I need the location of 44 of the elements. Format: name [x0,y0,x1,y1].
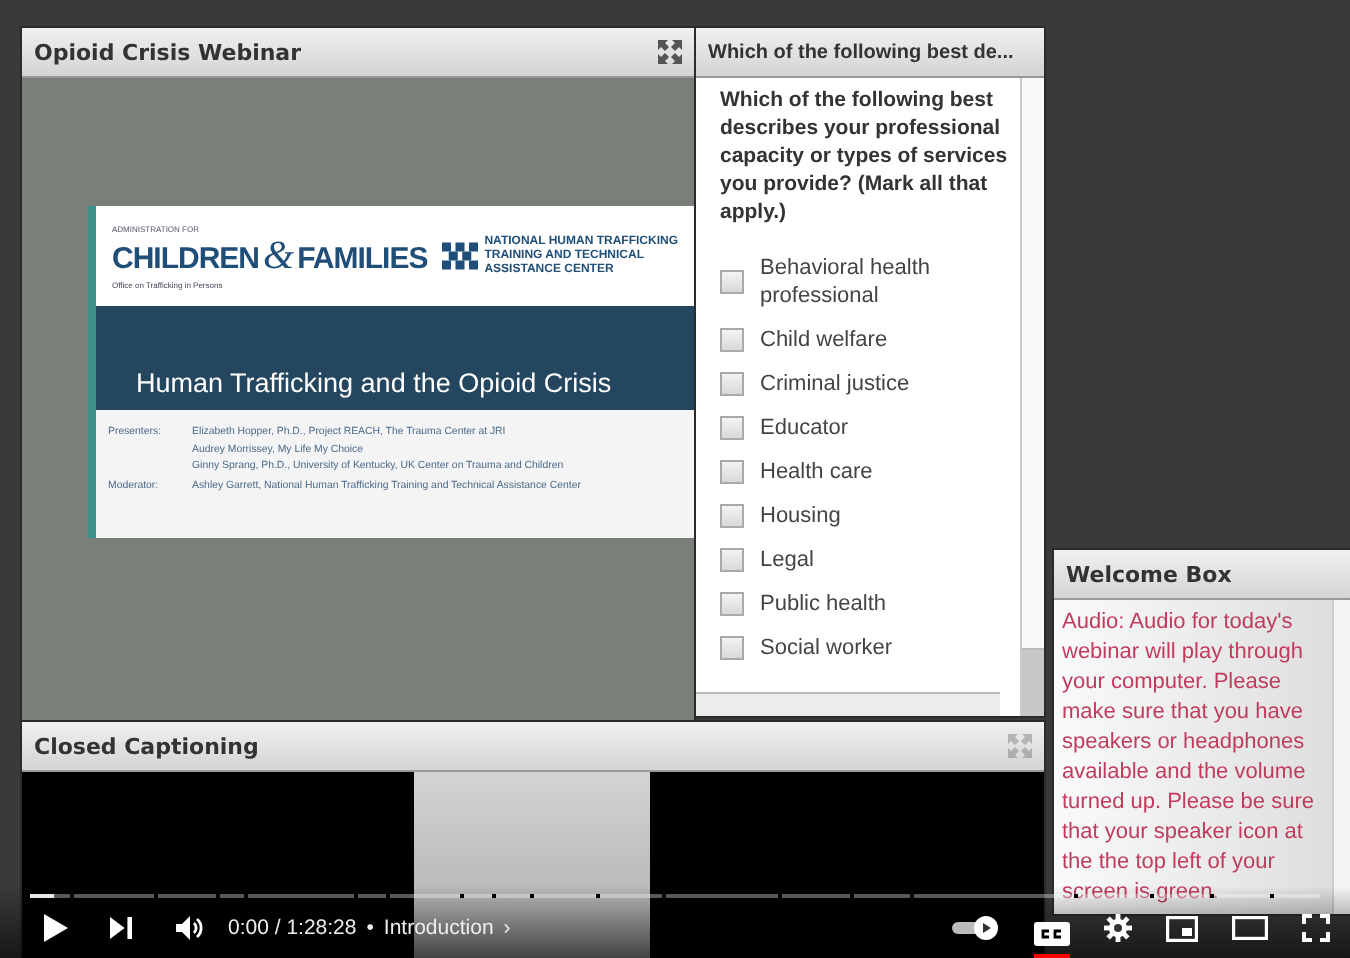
expand-icon[interactable] [658,40,682,64]
checkbox[interactable] [720,592,744,616]
pod-title: Which of the following best de... [708,41,1014,63]
option-label: Child welfare [760,326,888,354]
option-label: Educator [760,414,849,442]
org-name: FAMILIES [297,241,428,275]
checkbox[interactable] [720,636,744,660]
option-label: Housing [760,502,841,530]
theater-mode-icon[interactable] [1232,916,1268,940]
option-label: Social worker [760,634,893,662]
fullscreen-icon[interactable] [1302,914,1330,942]
checkbox[interactable] [720,328,744,352]
volume-icon[interactable] [176,916,204,940]
separator-dot: • [366,916,374,940]
horizontal-scrollbar[interactable] [696,692,1000,716]
scrollbar[interactable] [1332,600,1350,914]
checkbox[interactable] [720,548,744,572]
time-display: 0:00 / 1:28:28 [228,916,357,940]
scrollbar[interactable] [1020,78,1044,716]
checkbox[interactable] [720,270,744,294]
logo-icon [442,242,479,270]
settings-icon[interactable] [1104,914,1132,942]
play-icon[interactable] [44,914,68,942]
pod-title: Welcome Box [1066,561,1232,587]
poll-question: Which of the following best describes your professional capacity or types of services you provide? (Mark all that apply.) [720,86,1010,226]
ampersand: & [263,233,294,279]
checkbox[interactable] [720,416,744,440]
pod-title: Closed Captioning [34,733,259,759]
checkbox[interactable] [720,504,744,528]
pod-title: Opioid Crisis Webinar [34,39,302,65]
autoplay-toggle[interactable] [952,916,1000,940]
org-name: CHILDREN [112,241,259,275]
checkbox[interactable] [720,460,744,484]
skip-next-icon[interactable] [110,916,132,940]
slide-title: Human Trafficking and the Opioid Crisis [136,368,612,398]
chevron-icon[interactable]: › [503,916,511,940]
checkbox[interactable] [720,372,744,396]
option-label: Health care [760,458,873,486]
option-label: Legal [760,546,814,574]
welcome-message: Audio: Audio for today's webinar will play through your computer. Please make sure that you have speakers or headphones available and the volume turned up. Please be sure that your speaker icon at the the top left of your screen is green. [1060,608,1316,908]
option-label: Criminal justice [760,370,910,398]
option-label: Public health [760,590,886,618]
option-label: Behavioral health professional [760,254,933,310]
miniplayer-icon[interactable] [1166,915,1198,941]
